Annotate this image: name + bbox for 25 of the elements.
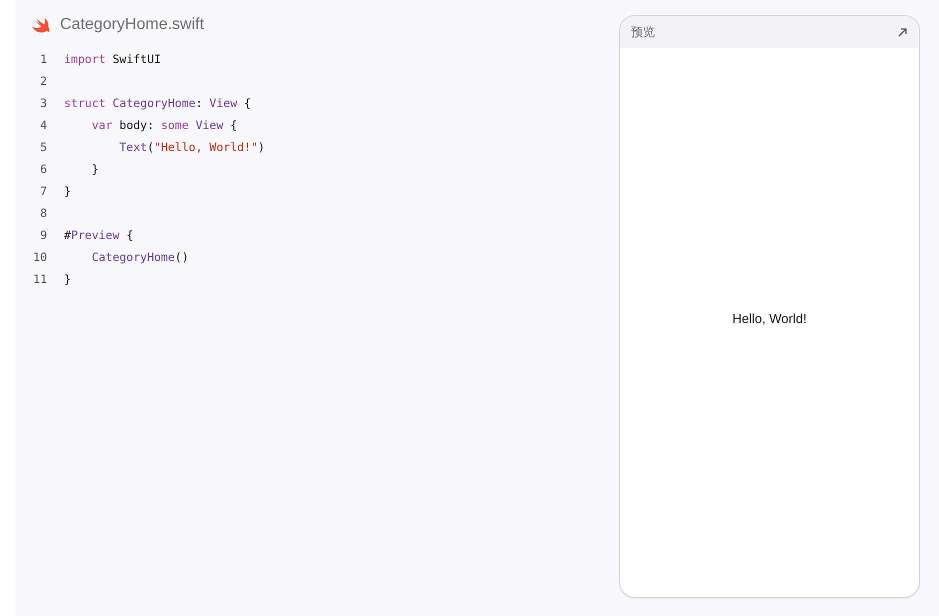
line-number: 7 <box>39 184 47 198</box>
code-line: struct CategoryHome: View { <box>64 96 251 110</box>
file-name: CategoryHome.swift <box>60 16 204 34</box>
code-line: var body: some View { <box>90 118 238 132</box>
preview-title: 预览 <box>631 24 655 40</box>
code-line: CategoryHome() <box>90 250 189 264</box>
code-line: Text("Hello, World!") <box>118 140 265 154</box>
line-number: 1 <box>39 52 47 66</box>
line-number: 3 <box>39 96 47 110</box>
line-number: 8 <box>39 206 47 220</box>
line-number: 2 <box>39 74 47 88</box>
line-number: 11 <box>32 272 47 286</box>
code-line: #Preview { <box>64 228 134 242</box>
line-number: 4 <box>39 118 47 132</box>
swift-logo-icon <box>32 16 51 34</box>
expand-icon[interactable] <box>897 26 908 38</box>
line-number: 6 <box>39 162 47 176</box>
line-number: 9 <box>39 228 47 242</box>
line-number: 5 <box>39 140 47 154</box>
code-line: import SwiftUI <box>64 52 161 66</box>
code-line: } <box>90 162 99 176</box>
preview-text: Hello, World! <box>732 311 807 326</box>
line-number: 10 <box>32 250 47 264</box>
code-line: } <box>64 272 71 286</box>
code-line: } <box>64 184 71 198</box>
